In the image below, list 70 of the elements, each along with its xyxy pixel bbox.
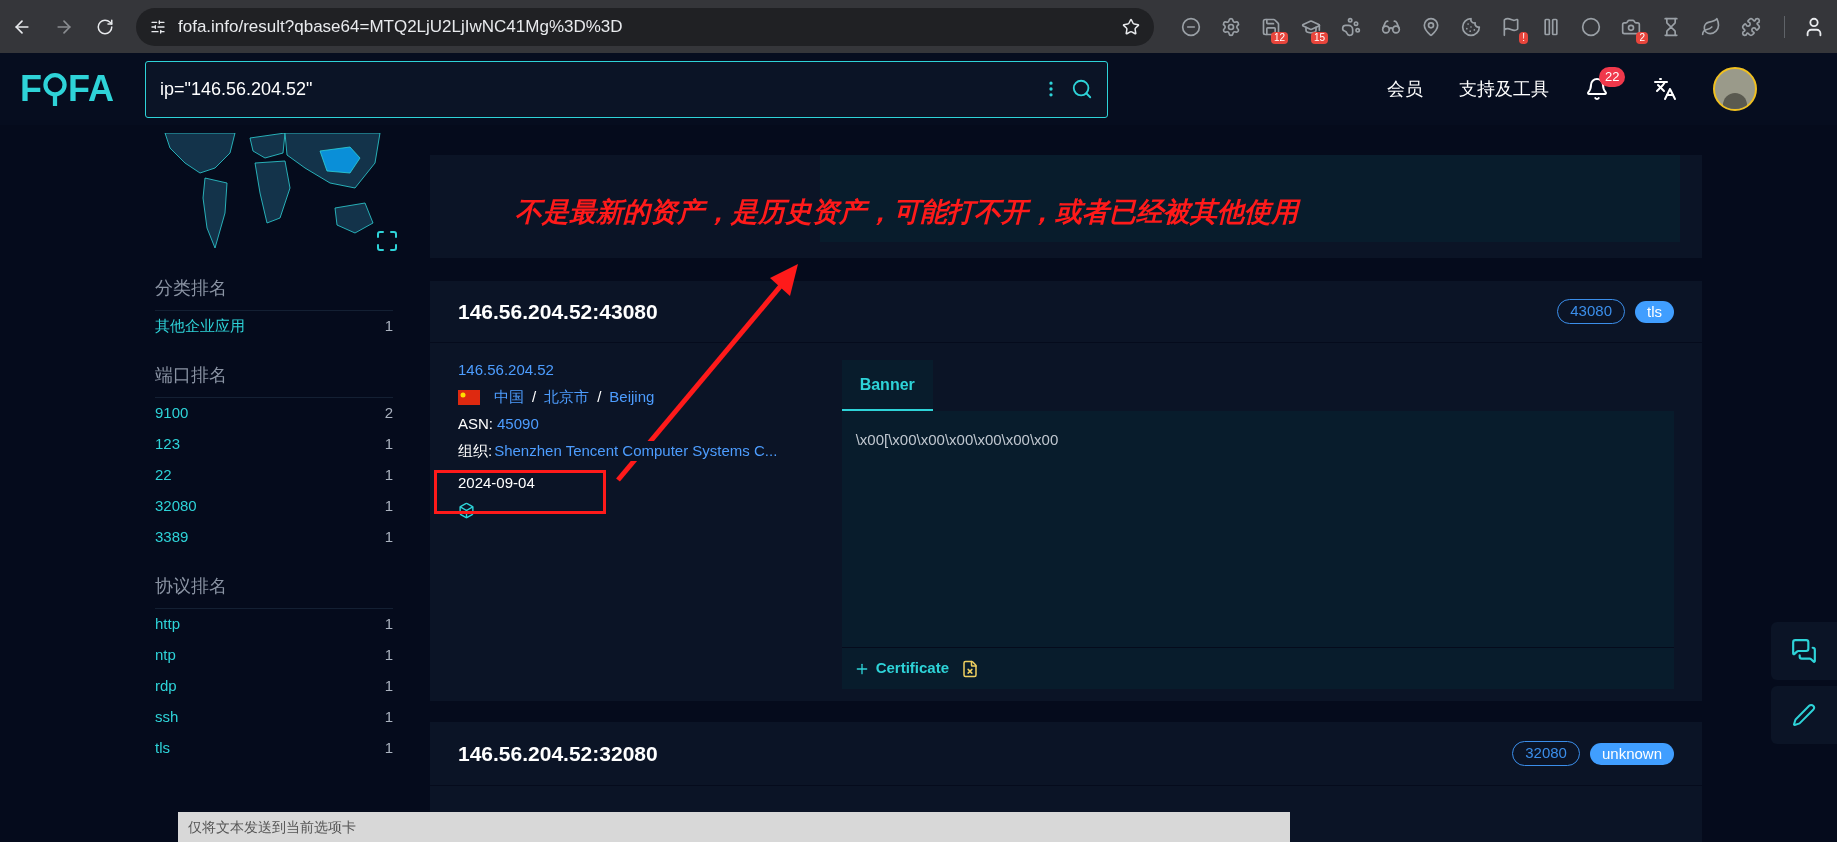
separator: / — [532, 387, 537, 408]
pin-icon[interactable] — [1421, 16, 1441, 37]
extension-badge: 12 — [1270, 31, 1288, 44]
banner-text: \x00[\x00\x00\x00\x00\x00\x00 — [854, 430, 1060, 451]
extension-badge: ! — [1519, 31, 1528, 44]
ring-icon[interactable] — [1581, 16, 1601, 37]
search-field[interactable]: ip="146.56.204.52" — [160, 75, 1041, 103]
site-settings-icon[interactable] — [150, 18, 166, 35]
minus-circle-icon[interactable] — [1181, 16, 1201, 37]
org-label: 组织: — [458, 441, 493, 462]
nav-link[interactable]: 支持及工具 — [1459, 75, 1549, 103]
ranking-item[interactable]: ntp 1 — [155, 640, 393, 671]
paw-icon[interactable] — [1341, 16, 1361, 37]
address-bar[interactable]: fofa.info/result?qbase64=MTQ2LjU2LjIwNC41Mg%3D%3D — [136, 7, 1154, 46]
url-text: fofa.info/result?qbase64=MTQ2LjU2LjIwNC41Mg%3D%3D — [178, 15, 624, 38]
cookie-icon[interactable] — [1461, 16, 1481, 37]
bars-icon[interactable] — [1541, 16, 1561, 37]
translate-icon[interactable] — [1653, 77, 1677, 101]
notification-badge: 22 — [1599, 67, 1626, 87]
ranking-item[interactable]: 9100 2 — [155, 398, 393, 429]
leaf-icon[interactable] — [1701, 16, 1721, 37]
search-icon[interactable] — [1071, 78, 1093, 100]
expand-icon[interactable] — [375, 229, 399, 253]
cube-icon[interactable] — [458, 502, 475, 520]
result-title[interactable]: 146.56.204.52:43080 — [458, 295, 658, 328]
gear-icon[interactable] — [1221, 16, 1241, 37]
section-title: 分类排名 — [155, 275, 393, 311]
popup-text: 仅将文本发送到当前选项卡 — [188, 817, 356, 837]
section-title: 端口排名 — [155, 362, 393, 398]
reload-icon[interactable] — [96, 17, 114, 36]
flag-icon — [458, 389, 480, 405]
date-text: 2024-09-04 — [458, 473, 536, 494]
nav-link[interactable]: 会员 — [1387, 75, 1423, 103]
ranking-item[interactable]: 123 1 — [155, 429, 393, 460]
ranking-item[interactable]: ssh 1 — [155, 702, 393, 733]
ranking-item[interactable]: rdp 1 — [155, 671, 393, 702]
ranking-item[interactable]: 32080 1 — [155, 491, 393, 522]
document-icon[interactable] — [961, 659, 979, 678]
pen-icon — [1792, 703, 1816, 727]
puzzle-icon[interactable] — [1741, 16, 1761, 37]
banner-tab[interactable]: Banner — [841, 360, 933, 412]
result-title[interactable]: 146.56.204.52:32080 — [458, 737, 658, 770]
bookmark-star-icon[interactable] — [1122, 17, 1140, 36]
section-title: 协议排名 — [155, 573, 393, 609]
org-link[interactable]: Shenzhen Tencent Computer Systems C... — [494, 441, 778, 462]
ranking-item[interactable]: tls 1 — [155, 733, 393, 764]
wechat-button[interactable] — [1771, 622, 1837, 680]
certificate-toggle[interactable]: Certificate — [853, 657, 949, 680]
ranking-item[interactable]: http 1 — [155, 609, 393, 640]
chat-bubbles-icon — [1791, 638, 1817, 664]
ip-link[interactable]: 146.56.204.52 — [458, 360, 812, 381]
asn-label: ASN: — [458, 414, 493, 435]
separator: / — [597, 387, 602, 408]
avatar[interactable] — [1713, 67, 1757, 111]
extension-badge: 15 — [1310, 31, 1328, 44]
logo-text[interactable]: FA — [68, 62, 114, 116]
flag-icon[interactable] — [1501, 16, 1521, 37]
ranking-item[interactable]: 其他企业应用 1 — [155, 311, 393, 342]
ranking-item[interactable]: 3389 1 — [155, 522, 393, 553]
logo-text[interactable]: F — [20, 62, 42, 116]
region-link[interactable]: 北京市 — [544, 387, 590, 408]
city-link[interactable]: Beijing — [609, 387, 655, 408]
country-link[interactable]: 中国 — [494, 387, 524, 408]
asn-link[interactable]: 45090 — [497, 414, 539, 435]
extension-badge: 2 — [1636, 31, 1648, 44]
feedback-button[interactable] — [1771, 686, 1837, 744]
hourglass-icon[interactable] — [1661, 16, 1681, 37]
search-bar[interactable]: ip="146.56.204.52" — [145, 60, 1108, 118]
pin-logo-icon — [42, 72, 68, 106]
ranking-item[interactable]: 22 1 — [155, 460, 393, 491]
